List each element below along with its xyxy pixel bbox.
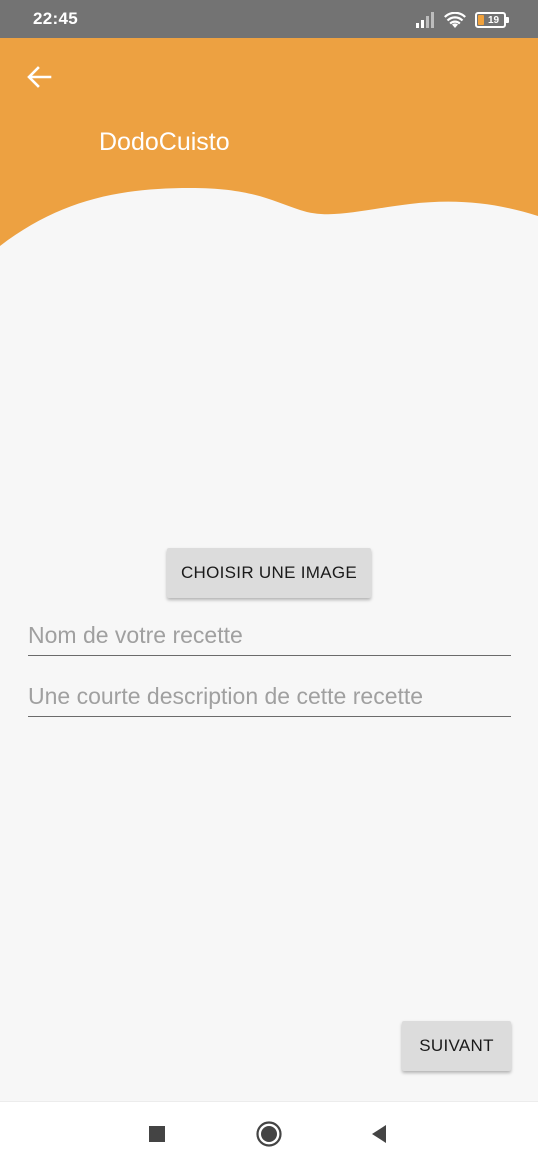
battery-level: 19 (487, 14, 500, 26)
home-button[interactable] (255, 1120, 283, 1148)
status-bar: 22:45 19 (0, 0, 538, 38)
header-wave (0, 38, 538, 246)
status-time: 22:45 (33, 9, 78, 28)
status-icons: 19 (415, 10, 509, 30)
app-header: DodoCuisto (0, 38, 538, 248)
back-nav-button[interactable] (365, 1120, 393, 1148)
battery-icon: 19 (475, 12, 509, 28)
wifi-icon (444, 11, 466, 28)
recipe-description-input[interactable] (28, 677, 511, 717)
navigation-bar (0, 1101, 538, 1165)
recent-apps-button[interactable] (143, 1120, 171, 1148)
signal-icon (416, 12, 434, 28)
app-title: DodoCuisto (99, 128, 230, 156)
recipe-name-input[interactable] (28, 616, 511, 656)
home-icon (256, 1121, 282, 1147)
arrow-left-icon (27, 66, 52, 88)
back-button[interactable] (22, 60, 56, 94)
recent-apps-icon (149, 1126, 165, 1142)
screen: 22:45 19 DodoCuisto CHOISIR UNE IMAGE No… (0, 0, 538, 1165)
choose-image-button[interactable]: CHOISIR UNE IMAGE (167, 548, 371, 598)
back-icon (372, 1125, 386, 1143)
next-button[interactable]: SUIVANT (402, 1021, 511, 1071)
